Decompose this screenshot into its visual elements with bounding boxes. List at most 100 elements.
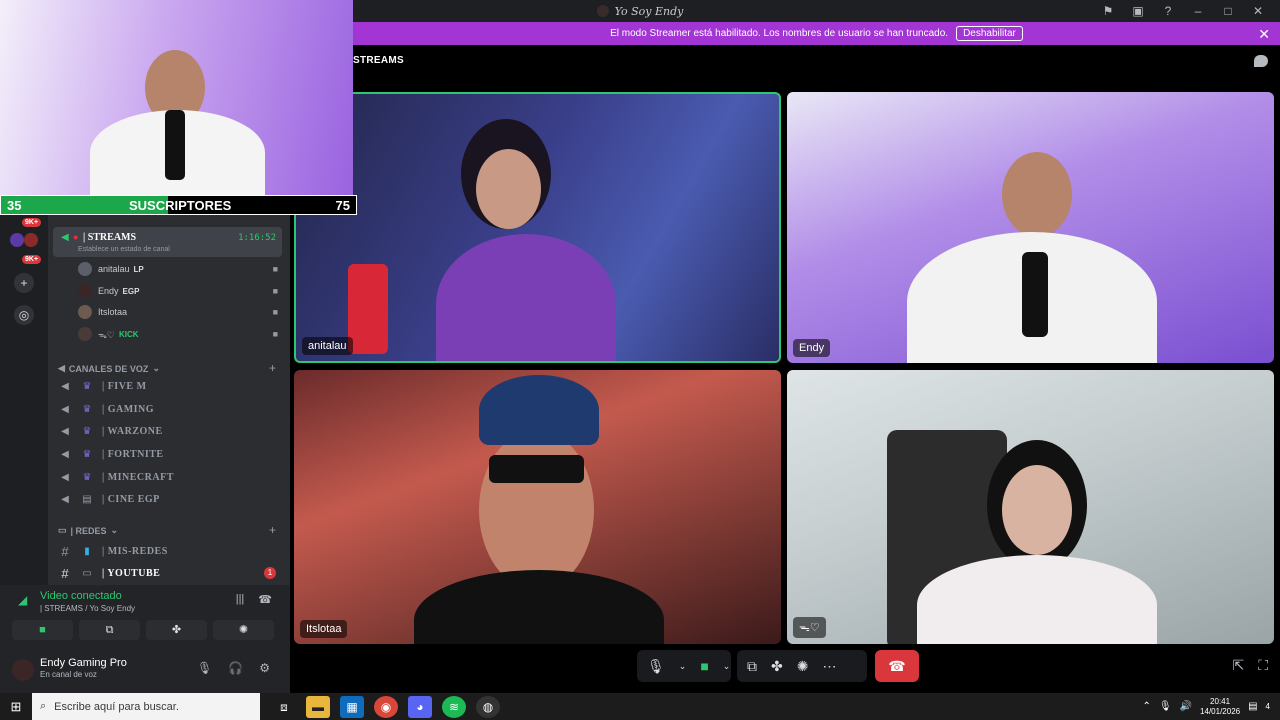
close-window-button[interactable]: ✕ xyxy=(1250,4,1266,18)
disconnect-button[interactable]: ☎ xyxy=(875,650,919,682)
user-status: En canal de voz xyxy=(40,670,97,679)
voice-member[interactable]: anitalau LP ■ xyxy=(78,262,282,276)
inbox-flag-icon[interactable]: ⚑ xyxy=(1100,4,1116,18)
text-channel[interactable]: # ▭ | YOUTUBE xyxy=(58,566,282,581)
server-icon[interactable] xyxy=(10,233,24,247)
close-banner-icon[interactable]: ✕ xyxy=(1258,26,1270,43)
windows-start-icon[interactable]: ⊞ xyxy=(0,699,32,715)
avatar xyxy=(78,305,92,319)
microphone-icon[interactable]: 🎙 xyxy=(647,658,665,675)
popout-icon[interactable]: ⇱ xyxy=(1232,657,1244,674)
voice-channel[interactable]: ◀ ♛ | FIVE M xyxy=(58,381,282,392)
explore-icon[interactable]: ◎ xyxy=(14,305,34,325)
call-channel-title: STREAMS xyxy=(353,55,404,66)
chevron-down-icon[interactable]: ⌄ xyxy=(679,661,687,672)
category-redes[interactable]: ▭ | REDES ⌄ xyxy=(58,525,118,536)
text-channel[interactable]: # ▮ | MIS-REDES xyxy=(58,544,282,559)
voice-status-title[interactable]: Video conectado xyxy=(40,590,122,602)
signal-icon[interactable]: ◢ xyxy=(18,593,27,607)
add-server-icon[interactable]: + xyxy=(14,273,34,293)
store-icon[interactable]: ▦ xyxy=(340,695,364,718)
settings-gear-icon[interactable]: ⚙ xyxy=(259,661,270,675)
add-channel-icon[interactable]: + xyxy=(269,523,276,537)
more-options-icon[interactable]: ⋯ xyxy=(822,658,836,675)
hashtag-icon: # xyxy=(61,566,69,581)
soundboard-button[interactable]: ✺ xyxy=(213,620,274,640)
voice-channel[interactable]: ◀ ♛ | FORTNITE xyxy=(58,449,282,460)
volume-icon[interactable]: 🔊 xyxy=(1180,701,1192,712)
fullscreen-icon[interactable]: ⛶ xyxy=(1258,657,1268,674)
voice-channel[interactable]: ◀ ♛ | GAMING xyxy=(58,404,282,415)
phone-icon: ▮ xyxy=(84,546,90,557)
hangup-icon: ☎ xyxy=(888,657,906,674)
server-icon[interactable] xyxy=(24,233,38,247)
minimize-button[interactable]: – xyxy=(1190,4,1206,18)
channel-status[interactable]: Establece un estado de canal xyxy=(78,246,170,253)
member-name: Endy xyxy=(98,286,119,296)
spotify-icon[interactable]: ≋ xyxy=(442,695,466,718)
streamer-microphone xyxy=(165,110,185,180)
voice-member[interactable]: Endy EGP ■ xyxy=(78,284,282,298)
video-tile[interactable]: anitalau xyxy=(294,92,781,363)
activities-button[interactable]: ✤ xyxy=(146,620,207,640)
participant-body xyxy=(436,234,616,361)
chat-icon[interactable] xyxy=(1254,55,1268,67)
search-icon: ⌕ xyxy=(40,700,47,712)
camera-icon[interactable]: ■ xyxy=(700,658,708,674)
voice-member[interactable]: Itslotaa ■ xyxy=(78,305,282,319)
chevron-down-icon: ⌄ xyxy=(110,525,119,535)
add-channel-icon[interactable]: + xyxy=(269,361,276,375)
file-explorer-icon[interactable]: ▬ xyxy=(306,695,330,718)
screen-share-icon[interactable]: ⧉ xyxy=(747,658,757,675)
help-icon[interactable]: ? xyxy=(1160,4,1176,18)
taskbar-search[interactable]: ⌕ Escribe aquí para buscar. xyxy=(32,693,260,720)
app-icon[interactable]: ◍ xyxy=(476,695,500,718)
disable-streamer-button[interactable]: Deshabilitar xyxy=(956,26,1023,41)
voice-member[interactable]: ᯓ♡ KICK ■ xyxy=(78,327,282,341)
voice-channel[interactable]: ◀ ♛ | WARZONE xyxy=(58,426,282,437)
avatar[interactable] xyxy=(12,659,34,681)
voice-channel[interactable]: ◀ ♛ | MINECRAFT xyxy=(58,472,282,483)
chevron-down-icon[interactable]: ⌄ xyxy=(723,661,731,672)
avatar xyxy=(78,327,92,341)
camera-icon: ■ xyxy=(272,286,278,296)
member-tag: LP xyxy=(133,264,144,274)
voice-status-subtitle[interactable]: | STREAMS / Yo Soy Endy xyxy=(40,604,135,613)
speaker-icon: ◀ xyxy=(61,426,69,437)
task-view-icon[interactable]: ⧈ xyxy=(272,696,296,718)
chrome-icon[interactable]: ◉ xyxy=(374,695,398,718)
goal-label: SUSCRIPTORES xyxy=(129,197,232,213)
notifications-icon[interactable]: ▤ xyxy=(1248,701,1257,712)
soundboard-icon[interactable]: ✺ xyxy=(797,658,809,675)
category-voice[interactable]: ◀ CANALES DE VOZ ⌄ xyxy=(58,363,160,374)
avatar xyxy=(78,284,92,298)
clock[interactable]: 20:41 14/01/2026 xyxy=(1200,697,1240,717)
window-popout-icon[interactable]: ▣ xyxy=(1130,4,1146,18)
category-label: | REDES xyxy=(70,525,107,536)
camera-button[interactable]: ■ xyxy=(12,620,73,640)
discord-icon[interactable]: ◕ xyxy=(408,695,432,718)
active-voice-channel[interactable]: ◀ ● | STREAMS Establece un estado de can… xyxy=(53,227,282,257)
participant-body xyxy=(917,555,1157,644)
activities-icon[interactable]: ✤ xyxy=(771,658,783,675)
maximize-button[interactable]: □ xyxy=(1220,4,1236,18)
microphone-tray-icon[interactable]: 🎙 xyxy=(1159,701,1172,712)
participant-body xyxy=(414,570,664,644)
video-tile[interactable]: Endy xyxy=(787,92,1274,363)
video-tile[interactable]: ᯓ♡ xyxy=(787,370,1274,644)
participant-face xyxy=(1002,465,1072,555)
headphones-icon[interactable]: 🎧 xyxy=(228,661,243,675)
noise-suppression-icon[interactable]: ||| xyxy=(236,593,245,606)
microphone-icon[interactable]: 🎙 xyxy=(197,661,212,675)
mention-badge: 1 xyxy=(264,567,276,579)
voice-channel[interactable]: ◀ ▤ | CINE EGP xyxy=(58,494,282,505)
tray-chevron-up-icon[interactable]: ⌃ xyxy=(1143,701,1151,712)
screen-share-button[interactable]: ⧉ xyxy=(79,620,140,640)
speaker-icon: ◀ xyxy=(61,232,69,243)
participant-face xyxy=(1002,152,1072,237)
member-tag: EGP xyxy=(122,286,140,296)
username[interactable]: Endy Gaming Pro xyxy=(40,657,127,669)
video-tile[interactable]: Itslotaa xyxy=(294,370,781,644)
monitor-icon: ▭ xyxy=(82,568,92,579)
disconnect-icon[interactable]: ☎ xyxy=(258,593,272,606)
